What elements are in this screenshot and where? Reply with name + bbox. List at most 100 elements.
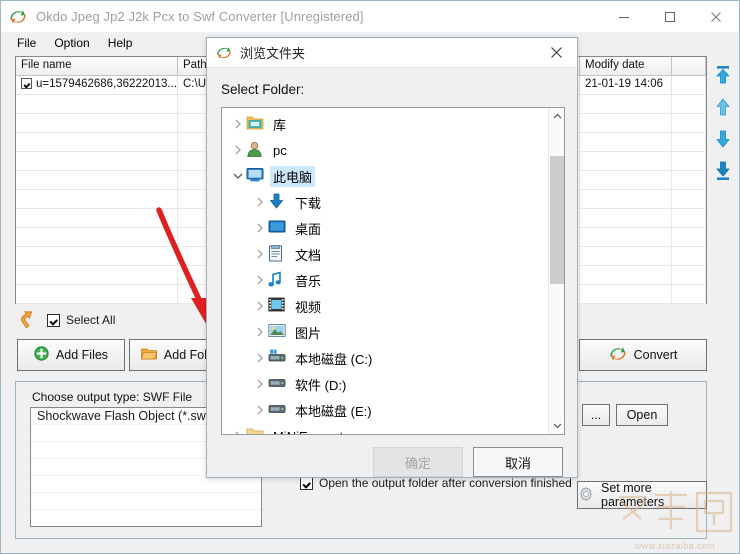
move-to-bottom-button[interactable] bbox=[711, 158, 735, 184]
move-down-button[interactable] bbox=[711, 126, 735, 152]
dialog-title-bar: 浏览文件夹 bbox=[207, 38, 577, 68]
tree-item-label: 此电脑 bbox=[270, 165, 316, 187]
tree-item[interactable]: 库 bbox=[222, 111, 548, 137]
return-arrow-icon[interactable] bbox=[17, 311, 37, 329]
convert-label: Convert bbox=[633, 348, 678, 362]
column-extra[interactable] bbox=[672, 57, 706, 76]
dialog-app-icon bbox=[216, 45, 232, 61]
tree-item[interactable]: 音乐 bbox=[222, 267, 548, 293]
application-window: Okdo Jpeg Jp2 J2k Pcx to Swf Converter [… bbox=[0, 0, 740, 554]
chevron-down-icon[interactable] bbox=[230, 172, 246, 180]
watermark-url: www.xiazaiba.com bbox=[634, 541, 716, 551]
move-to-top-button[interactable] bbox=[711, 62, 735, 88]
menu-option[interactable]: Option bbox=[45, 34, 98, 52]
tree-item-label: 桌面 bbox=[295, 221, 322, 237]
chevron-right-icon[interactable] bbox=[252, 405, 268, 415]
user-icon bbox=[246, 141, 265, 159]
maximize-icon[interactable] bbox=[647, 1, 693, 32]
convert-button[interactable]: Convert bbox=[579, 339, 707, 371]
app-icon bbox=[9, 8, 27, 26]
row-checkbox[interactable] bbox=[21, 78, 32, 89]
green-plus-icon bbox=[34, 346, 49, 364]
chevron-right-icon[interactable] bbox=[252, 327, 268, 337]
desktop-icon bbox=[268, 219, 287, 237]
browse-output-button[interactable]: ... bbox=[582, 404, 610, 426]
open-output-folder-label: Open the output folder after conversion … bbox=[319, 476, 572, 490]
folder-icon bbox=[246, 427, 265, 434]
column-file-name[interactable]: File name bbox=[16, 57, 178, 76]
window-title: Okdo Jpeg Jp2 J2k Pcx to Swf Converter [… bbox=[36, 9, 364, 24]
open-output-folder-checkbox[interactable] bbox=[300, 476, 313, 490]
open-output-folder-row[interactable]: Open the output folder after conversion … bbox=[300, 476, 572, 490]
tree-item-label: 音乐 bbox=[295, 273, 322, 289]
drive-icon bbox=[268, 401, 287, 419]
tree-item[interactable]: 下载 bbox=[222, 189, 548, 215]
open-output-button[interactable]: Open bbox=[616, 404, 668, 426]
dialog-cancel-button[interactable]: 取消 bbox=[473, 447, 563, 477]
tree-item[interactable]: 文档 bbox=[222, 241, 548, 267]
system-drive-icon bbox=[268, 349, 287, 367]
tree-item[interactable]: 软件 (D:) bbox=[222, 371, 548, 397]
library-folder-icon bbox=[246, 115, 265, 133]
tree-item[interactable]: 图片 bbox=[222, 319, 548, 345]
chevron-right-icon[interactable] bbox=[252, 197, 268, 207]
tree-item[interactable]: 此电脑 bbox=[222, 163, 548, 189]
chevron-right-icon[interactable] bbox=[252, 275, 268, 285]
tree-item[interactable]: pc bbox=[222, 137, 548, 163]
chevron-right-icon[interactable] bbox=[230, 119, 246, 129]
tree-scrollbar[interactable] bbox=[548, 108, 564, 434]
computer-icon bbox=[246, 167, 265, 185]
arrow-to-top-icon bbox=[716, 66, 730, 84]
chevron-right-icon[interactable] bbox=[252, 249, 268, 259]
tree-item[interactable]: 本地磁盘 (E:) bbox=[222, 397, 548, 423]
swirl-arrows-icon bbox=[609, 345, 627, 366]
cell-file-name[interactable]: u=1579462686,36222013... bbox=[16, 76, 178, 95]
select-all-checkbox[interactable] bbox=[47, 313, 60, 327]
tree-item-label: pc bbox=[273, 142, 287, 158]
arrow-up-icon bbox=[716, 98, 730, 116]
add-files-button[interactable]: Add Files bbox=[17, 339, 125, 371]
set-more-parameters-label: Set more parameters bbox=[601, 481, 665, 509]
chevron-right-icon[interactable] bbox=[252, 353, 268, 363]
music-icon bbox=[268, 271, 287, 289]
tree-item[interactable]: MiNiEncrypt bbox=[222, 423, 548, 434]
tree-item-label: 图片 bbox=[295, 325, 322, 341]
tree-item-label: 视频 bbox=[295, 299, 322, 315]
chevron-right-icon[interactable] bbox=[252, 223, 268, 233]
gear-icon bbox=[578, 486, 594, 505]
column-modify-date[interactable]: Modify date bbox=[580, 57, 672, 76]
downloads-icon bbox=[268, 193, 287, 211]
tree-item-label: 下载 bbox=[295, 195, 322, 211]
chevron-right-icon[interactable] bbox=[252, 301, 268, 311]
dialog-subtitle: Select Folder: bbox=[221, 82, 305, 97]
set-more-parameters-button[interactable]: Set more parameters bbox=[577, 481, 707, 509]
dialog-title: 浏览文件夹 bbox=[240, 46, 306, 61]
cell-extra bbox=[672, 76, 706, 95]
tree-item[interactable]: 视频 bbox=[222, 293, 548, 319]
drive-icon bbox=[268, 375, 287, 393]
title-bar: Okdo Jpeg Jp2 J2k Pcx to Swf Converter [… bbox=[1, 1, 739, 32]
folder-tree-items: 库 pc 此电脑下载桌面文档音乐视频图片本地磁盘 (C:) 软件 (D:) 本地磁盘 (… bbox=[222, 108, 548, 434]
add-files-label: Add Files bbox=[55, 348, 109, 362]
folder-tree[interactable]: 库 pc 此电脑下载桌面文档音乐视频图片本地磁盘 (C:) 软件 (D:) 本地磁盘 (… bbox=[221, 107, 565, 435]
sort-button-column bbox=[709, 56, 737, 304]
menu-file[interactable]: File bbox=[8, 34, 45, 52]
minimize-icon[interactable] bbox=[601, 1, 647, 32]
tree-item[interactable]: 本地磁盘 (C:) bbox=[222, 345, 548, 371]
tree-item-label: 软件 (D:) bbox=[295, 377, 347, 393]
window-controls bbox=[601, 1, 739, 32]
move-up-button[interactable] bbox=[711, 94, 735, 120]
chevron-right-icon[interactable] bbox=[230, 145, 246, 155]
scroll-down-button[interactable] bbox=[549, 417, 564, 434]
scroll-up-button[interactable] bbox=[549, 108, 564, 125]
chevron-right-icon[interactable] bbox=[252, 379, 268, 389]
close-icon[interactable] bbox=[693, 1, 739, 32]
chevron-right-icon[interactable] bbox=[230, 431, 246, 434]
tree-item[interactable]: 桌面 bbox=[222, 215, 548, 241]
dialog-ok-button[interactable]: 确定 bbox=[373, 447, 463, 477]
tree-item-label: 本地磁盘 (C:) bbox=[295, 351, 373, 367]
menu-help[interactable]: Help bbox=[99, 34, 142, 52]
scroll-thumb[interactable] bbox=[550, 156, 564, 284]
choose-output-type-label: Choose output type: SWF File bbox=[32, 390, 193, 404]
dialog-close-icon[interactable] bbox=[535, 38, 577, 68]
